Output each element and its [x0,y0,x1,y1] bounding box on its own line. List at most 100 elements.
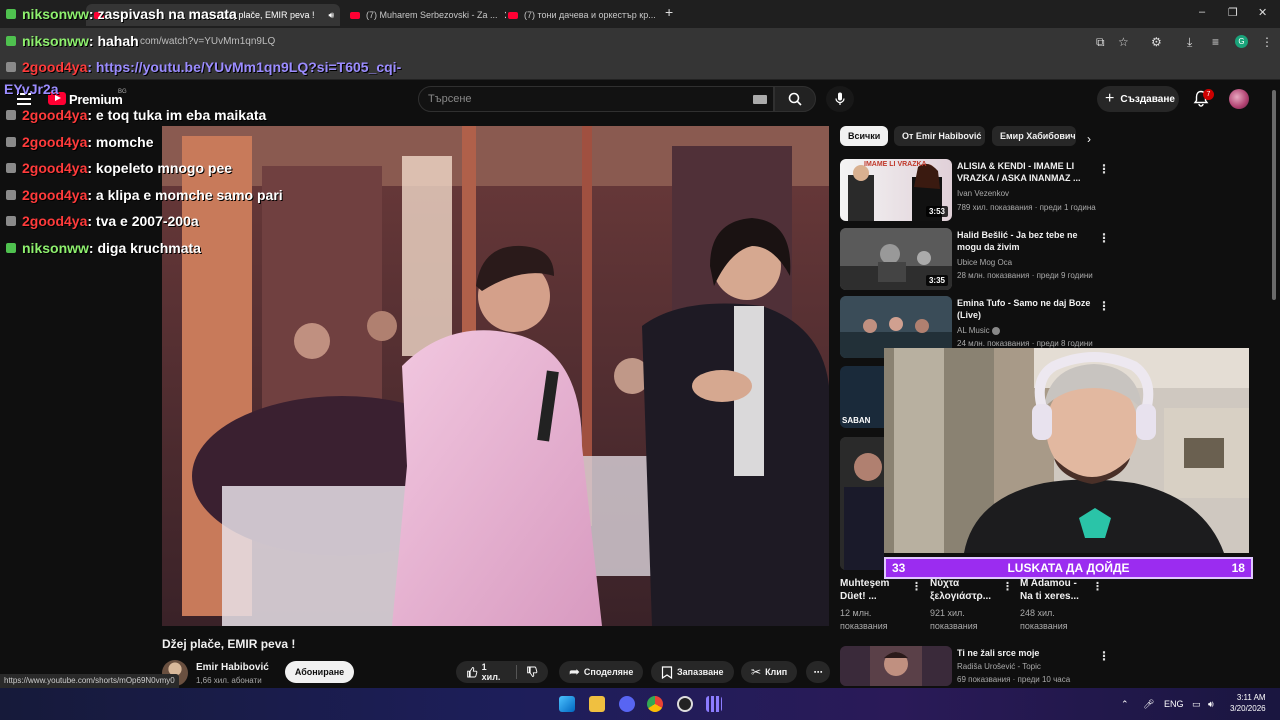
tray-mic-icon[interactable]: 🎤︎ [1143,699,1154,710]
chat-username: niksonww [22,240,89,256]
mute-icon[interactable]: 🔊︎ [329,10,335,21]
chip-emir[interactable]: Емир Хабибович [992,126,1076,146]
bookmark-star-icon[interactable]: ☆ [1118,35,1129,49]
app-grid-icon[interactable] [706,696,722,712]
more-vert-icon[interactable]: ⋮ [1098,162,1110,176]
save-icon [661,665,673,679]
recommendation-channel[interactable]: Ivan Vezenkov [957,189,1009,198]
clock-date: 3/20/2026 [1230,704,1266,713]
more-vert-icon[interactable]: ⋮ [1098,649,1110,663]
video-duration: 3:53 [925,206,948,217]
network-icon[interactable]: ▭ [1192,699,1201,710]
address-bar: com/watch?v=YUvMm1qn9LQ [0,28,1280,56]
keyboard-icon[interactable] [753,95,767,104]
profile-avatar[interactable]: G [1235,35,1248,48]
short-title[interactable]: Muhteşem Düet! ... [840,577,906,603]
volume-icon[interactable]: 🔊︎ [1208,699,1214,710]
chat-link[interactable]: : https://youtu.be/YUvMm1qn9LQ?si=T605_c… [87,59,401,75]
voice-search-button[interactable] [826,86,854,112]
chrome-icon[interactable] [647,696,663,712]
status-bar-url: https://www.youtube.com/shorts/mOp69N0vm… [0,674,179,688]
tab-label: (7) Muharem Serbezovski - Za ... [366,10,498,20]
keyboard-language[interactable]: ENG [1164,699,1184,709]
recommendation-channel[interactable]: Radiša Urošević - Topic [957,662,1041,671]
like-button[interactable]: 1 хил. [456,661,548,683]
page-scrollbar[interactable] [1272,90,1276,300]
chat-link[interactable]: EYvJr2a [4,81,59,97]
downloads-icon[interactable]: ⤓ [1187,35,1192,50]
short-views: 12 млн. [840,608,872,618]
more-vert-icon[interactable]: ⋮ [1098,231,1110,245]
url-field[interactable]: com/watch?v=YUvMm1qn9LQ [140,36,275,47]
recommendation-thumbnail[interactable]: 3:35 [840,228,952,290]
banner-left-count: 33 [892,561,906,575]
maximize-button[interactable]: ❐ [1228,6,1238,19]
tray-overflow-icon[interactable]: ⌃ [1121,699,1129,710]
clip-button[interactable]: ✂ Клип [741,661,798,683]
shorts-thumbnail[interactable] [840,437,884,570]
recommendation-title[interactable]: ALISIA & KENDI - IMAME LI VRAZKA / ASKA … [957,160,1092,184]
chip-from-channel[interactable]: От Emir Habibović [894,126,985,146]
thumbs-down-icon[interactable] [526,665,538,679]
short-title[interactable]: M Adamou - Na ti xeres... [1020,577,1090,603]
extensions-icon[interactable]: ⚙ [1151,35,1162,49]
account-avatar[interactable] [1229,89,1249,109]
obs-icon[interactable] [677,696,693,712]
more-actions-button[interactable]: ⋯ [806,661,830,683]
more-vert-icon[interactable]: ⋮ [911,580,922,593]
start-menu-icon[interactable] [559,696,575,712]
browser-menu-icon[interactable]: ⋮ [1261,35,1273,49]
chat-badge-icon [6,163,16,173]
file-explorer-icon[interactable] [589,696,605,712]
clock-time: 3:11 AM [1236,693,1266,702]
create-label: Създаване [1120,93,1175,105]
youtube-premium-label[interactable]: Premium [69,92,123,107]
subscribe-button[interactable]: Абониране [285,661,354,683]
region-label: BG [118,89,127,95]
thumbnail-art [840,437,884,570]
chip-all[interactable]: Всички [840,126,888,146]
chat-text: : tva e 2007-200a [87,213,199,229]
webcam-overlay [884,348,1249,553]
recommendation-title[interactable]: Ti ne žali srce moje [957,647,1092,659]
channel-name[interactable]: Emir Habibović [196,662,269,673]
chat-message: niksonww : diga kruchmata [6,240,201,256]
save-button[interactable]: Запазване [651,661,734,683]
more-vert-icon[interactable]: ⋮ [1092,580,1103,593]
chat-username: 2good4ya [22,187,88,203]
minimize-button[interactable]: – [1199,6,1205,18]
tab-toni[interactable]: (7) тони дачева и оркестър кр... ✕ [500,4,656,26]
media-control-icon[interactable]: ≡ [1212,35,1219,49]
close-window-button[interactable]: ✕ [1258,6,1267,19]
banner-text: LUSKATA ДА ДОЙДЕ [1007,561,1130,575]
discord-icon[interactable] [619,696,635,712]
chat-text: : diga kruchmata [88,240,201,256]
chevron-right-icon[interactable]: › [1087,132,1091,146]
tab-muharem[interactable]: (7) Muharem Serbezovski - Za ... ✕ [342,4,506,26]
chat-message: 2good4ya : e toq tuka im eba maikata [6,107,266,123]
install-app-icon[interactable]: ⧉ [1096,35,1105,50]
verified-icon [991,326,1000,335]
shorts-thumbnail[interactable]: SABAN [840,366,884,428]
scissors-icon: ✂ [751,665,762,679]
chat-badge-icon [6,110,16,120]
more-vert-icon[interactable]: ⋮ [1098,299,1110,313]
recommendation-channel[interactable]: Ubice Mog Oca [957,258,1012,267]
chat-text: : hahah [88,33,139,49]
share-button[interactable]: ➦ Споделяне [559,661,644,683]
create-button[interactable]: + Създаване [1097,86,1179,112]
new-tab-icon[interactable]: + [665,4,673,20]
more-vert-icon[interactable]: ⋮ [1002,580,1013,593]
search-button[interactable] [774,86,816,112]
short-title[interactable]: Νύχτα ξελογιάστρ... [930,577,998,603]
chat-badge-icon [6,137,16,147]
recommendation-channel[interactable]: AL Music [957,326,1000,335]
chat-badge-icon [6,36,16,46]
recommendation-thumbnail[interactable] [840,646,952,686]
recommendation-title[interactable]: Halid Bešlić - Ja bez tebe ne mogu da ži… [957,229,1092,253]
recommendation-title[interactable]: Emina Tufo - Samo ne daj Boze (Live) [957,297,1092,321]
recommendation-thumbnail[interactable]: IMAME LI VRAZKA 3:53 [840,159,952,221]
system-clock[interactable]: 3:11 AM 3/20/2026 [1230,692,1266,714]
chat-text: : e toq tuka im eba maikata [87,107,267,123]
microphone-icon [835,92,845,105]
